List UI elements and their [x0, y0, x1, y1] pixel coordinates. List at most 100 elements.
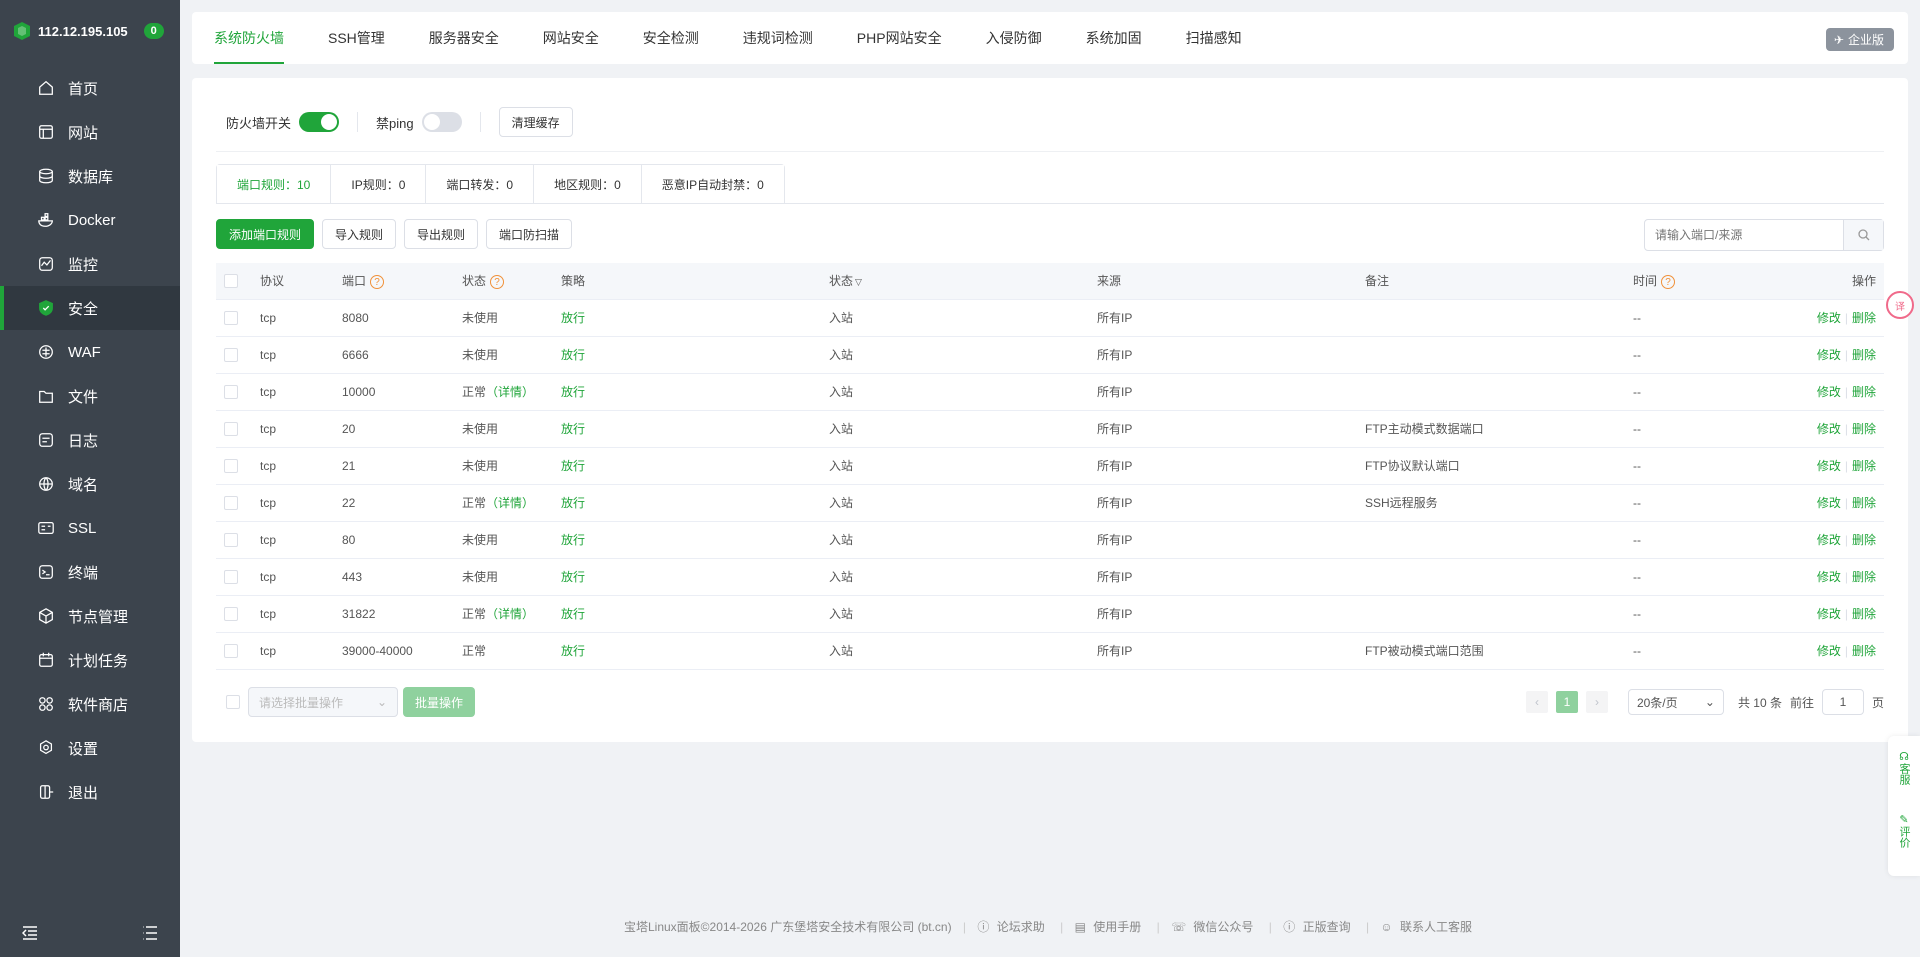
status-detail-link[interactable]: （详情）: [486, 496, 534, 510]
search-input[interactable]: [1645, 220, 1843, 250]
port-help-icon[interactable]: ?: [370, 275, 385, 290]
translate-icon[interactable]: 译: [1886, 291, 1914, 319]
delete-link[interactable]: 删除: [1852, 348, 1876, 362]
delete-link[interactable]: 删除: [1852, 644, 1876, 658]
review-button[interactable]: ✎ 评价: [1896, 813, 1912, 848]
sidebar-item-5[interactable]: 安全: [0, 286, 180, 330]
edit-link[interactable]: 修改: [1817, 385, 1841, 399]
tab-9[interactable]: 扫描感知: [1186, 12, 1242, 64]
edit-link[interactable]: 修改: [1817, 311, 1841, 325]
sidebar-item-15[interactable]: 设置: [0, 726, 180, 770]
row-checkbox[interactable]: [224, 458, 238, 473]
rule-tab-0[interactable]: 端口规则：10: [217, 165, 332, 204]
rule-tab-2[interactable]: 端口转发：0: [426, 165, 535, 204]
license-link[interactable]: ⓘ 正版查询: [1283, 920, 1354, 934]
batch-operation-select[interactable]: 请选择批量操作 ⌄: [248, 687, 398, 717]
status-detail-link[interactable]: （详情）: [486, 385, 534, 399]
sidebar-item-6[interactable]: WAF: [0, 330, 180, 374]
sidebar-item-2[interactable]: 数据库: [0, 154, 180, 198]
firewall-switch[interactable]: [299, 112, 340, 132]
rule-tab-1[interactable]: IP规则：0: [331, 165, 427, 204]
sidebar-item-14[interactable]: 软件商店: [0, 682, 180, 726]
add-port-rule-button[interactable]: 添加端口规则: [216, 219, 315, 249]
tab-0[interactable]: 系统防火墙: [214, 12, 284, 64]
goto-page-input[interactable]: 1: [1821, 689, 1864, 715]
status-detail-link[interactable]: （详情）: [486, 607, 534, 621]
delete-link[interactable]: 删除: [1852, 533, 1876, 547]
enterprise-button[interactable]: ✈ 企业版: [1825, 28, 1894, 51]
rule-tab-4[interactable]: 恶意IP自动封禁：0: [641, 165, 784, 204]
delete-link[interactable]: 删除: [1852, 385, 1876, 399]
row-checkbox[interactable]: [224, 310, 238, 325]
sidebar-item-4[interactable]: 监控: [0, 242, 180, 286]
row-checkbox[interactable]: [224, 643, 238, 658]
delete-link[interactable]: 删除: [1852, 496, 1876, 510]
ping-switch[interactable]: [421, 112, 462, 132]
select-all-checkbox[interactable]: [224, 274, 238, 289]
edit-link[interactable]: 修改: [1817, 570, 1841, 584]
rule-tab-3[interactable]: 地区规则：0: [534, 165, 642, 204]
footer-select-all-checkbox[interactable]: [226, 695, 240, 709]
clear-cache-button[interactable]: 清理缓存: [498, 107, 573, 137]
sidebar-item-0[interactable]: 首页: [0, 66, 180, 110]
sidebar-item-7[interactable]: 文件: [0, 374, 180, 418]
tab-7[interactable]: 入侵防御: [986, 12, 1042, 64]
port-anti-scan-button[interactable]: 端口防扫描: [486, 219, 573, 249]
edit-link[interactable]: 修改: [1817, 607, 1841, 621]
tab-1[interactable]: SSH管理: [328, 12, 385, 64]
batch-operation-button[interactable]: 批量操作: [403, 687, 476, 717]
wechat-link[interactable]: ☏ 微信公众号: [1171, 920, 1257, 934]
row-checkbox[interactable]: [224, 384, 238, 399]
menu-list-icon[interactable]: [142, 926, 158, 943]
import-rules-button[interactable]: 导入规则: [322, 219, 397, 249]
delete-link[interactable]: 删除: [1852, 570, 1876, 584]
delete-link[interactable]: 删除: [1852, 607, 1876, 621]
page-size-select[interactable]: 20条/页 ⌄: [1627, 689, 1724, 715]
server-ip[interactable]: 112.12.195.105: [38, 24, 128, 39]
delete-link[interactable]: 删除: [1852, 422, 1876, 436]
tab-3[interactable]: 网站安全: [543, 12, 599, 64]
sidebar-item-9[interactable]: 域名: [0, 462, 180, 506]
sidebar-item-12[interactable]: 节点管理: [0, 594, 180, 638]
tab-5[interactable]: 违规词检测: [743, 12, 813, 64]
tab-8[interactable]: 系统加固: [1086, 12, 1142, 64]
sidebar-item-13[interactable]: 计划任务: [0, 638, 180, 682]
edit-link[interactable]: 修改: [1817, 496, 1841, 510]
search-button[interactable]: [1843, 220, 1883, 250]
sidebar-item-11[interactable]: 终端: [0, 550, 180, 594]
manual-link[interactable]: ▤ 使用手册: [1075, 920, 1146, 934]
delete-link[interactable]: 删除: [1852, 311, 1876, 325]
edit-link[interactable]: 修改: [1817, 459, 1841, 473]
tab-4[interactable]: 安全检测: [643, 12, 699, 64]
time-help-icon[interactable]: ?: [1661, 275, 1676, 290]
prev-page-icon[interactable]: ‹: [1525, 691, 1548, 713]
customer-service-button[interactable]: ☊ 客服: [1896, 750, 1912, 785]
sidebar-item-1[interactable]: 网站: [0, 110, 180, 154]
edit-link[interactable]: 修改: [1817, 422, 1841, 436]
col-direction-filter[interactable]: 状态 ▽: [829, 263, 1097, 300]
row-checkbox[interactable]: [224, 569, 238, 584]
forum-link[interactable]: ⓘ 论坛求助: [977, 920, 1048, 934]
tab-6[interactable]: PHP网站安全: [857, 12, 942, 64]
row-checkbox[interactable]: [224, 421, 238, 436]
edit-link[interactable]: 修改: [1817, 644, 1841, 658]
sidebar-item-8[interactable]: 日志: [0, 418, 180, 462]
collapse-sidebar-icon[interactable]: [21, 926, 38, 943]
sidebar-item-3[interactable]: Docker: [0, 198, 180, 242]
row-checkbox[interactable]: [224, 606, 238, 621]
status-help-icon[interactable]: ?: [490, 275, 505, 290]
page-number[interactable]: 1: [1555, 691, 1578, 713]
row-checkbox[interactable]: [224, 532, 238, 547]
edit-link[interactable]: 修改: [1817, 348, 1841, 362]
alert-count-badge[interactable]: 0: [143, 23, 164, 39]
export-rules-button[interactable]: 导出规则: [404, 219, 479, 249]
support-link[interactable]: ☺ 联系人工客服: [1380, 920, 1476, 934]
row-checkbox[interactable]: [224, 347, 238, 362]
next-page-icon[interactable]: ›: [1585, 691, 1608, 713]
sidebar-item-16[interactable]: 退出: [0, 770, 180, 814]
tab-2[interactable]: 服务器安全: [429, 12, 499, 64]
sidebar-item-10[interactable]: SSL: [0, 506, 180, 550]
row-checkbox[interactable]: [224, 495, 238, 510]
delete-link[interactable]: 删除: [1852, 459, 1876, 473]
edit-link[interactable]: 修改: [1817, 533, 1841, 547]
